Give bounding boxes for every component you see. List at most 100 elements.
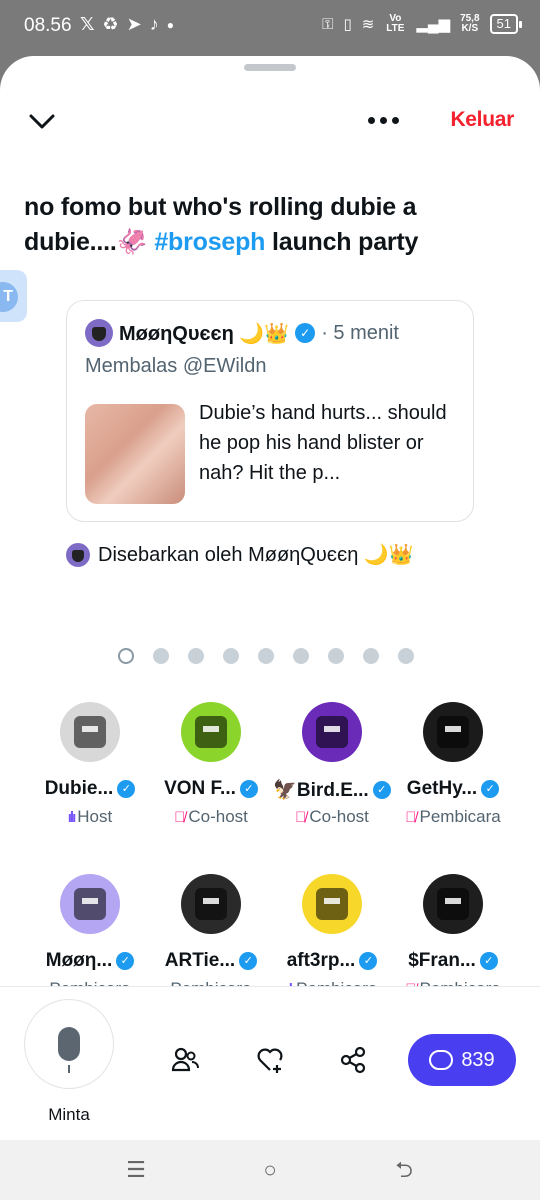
avatar [60,702,120,762]
participant-name-text: Μøøη... [45,950,113,971]
participant-tile[interactable]: Dubie... ✓ ılı Host [30,672,150,842]
status-time: 08.56 [24,15,72,36]
speed-indicator: 75,8 K/S [460,14,479,34]
key-icon: ⚿ [322,15,334,33]
participant-name-text: $Fran... [408,950,476,971]
recent-apps-icon[interactable]: ☰ [124,1158,148,1182]
x-logo-icon: 𝕏 [80,14,95,34]
participant-role-text: Co-host [309,807,369,826]
verified-badge-icon: ✓ [116,952,135,970]
microphone-icon [58,1027,80,1073]
comments-button[interactable]: 839 [408,1034,516,1086]
dot-icon: ● [166,17,174,32]
avatar [181,702,241,762]
page-dot[interactable] [153,648,169,664]
participant-name: ARTie... ✓ [151,950,271,972]
spread-by-label: Disebarkan oleh ΜøøηQυєєη 🌙👑 [66,542,414,567]
signal-icon: ▂▄▆ [416,16,451,33]
speed-unit: K/S [461,23,479,34]
verified-badge-icon: ✓ [117,780,136,798]
post-header: ΜøøηQυєєη 🌙👑 ✓ · 5 menit [85,319,399,347]
chevron-down-icon[interactable] [28,110,56,132]
bottom-toolbar: Minta 839 [0,986,540,1140]
participant-name: Μøøη... ✓ [30,950,150,972]
avatar [60,874,120,934]
speaking-icon: ılı [67,808,76,826]
participant-role-text: Pembicara [419,807,501,826]
mic-muted-icon: 🎙̸ [174,808,186,826]
avatar [66,542,90,567]
page-dot[interactable] [363,648,379,664]
space-title: no fomo but who's rolling dubie a dubie.… [24,190,504,260]
system-nav-bar: ☰ ○ ⮌ [0,1140,540,1200]
participant-name: $Fran... ✓ [393,950,513,972]
notification-icons: 𝕏 ♻ ➤ ♪ ● [80,14,174,35]
participant-name-text: ARTie... [164,950,236,971]
mic-muted-icon: 🎙̸ [405,808,417,826]
share-icon[interactable] [338,1045,368,1075]
avatar [85,319,113,347]
verified-badge-icon: ✓ [481,780,500,798]
post-image [85,404,185,504]
verified-badge-icon: ✓ [372,781,391,799]
post-author: ΜøøηQυєєη 🌙👑 [119,322,290,345]
page-dot[interactable] [328,648,344,664]
back-icon[interactable]: ⮌ [392,1158,416,1182]
participant-name-text: GetHy... [406,778,478,799]
participant-role: 🎙̸ Co-host [151,807,271,827]
page-dot[interactable] [118,648,134,664]
page-dot[interactable] [293,648,309,664]
more-options-icon[interactable] [368,110,408,130]
avatar [302,874,362,934]
page-dot[interactable] [258,648,274,664]
page-dot[interactable] [223,648,239,664]
tiktok-icon: ♪ [149,14,159,34]
participant-name: 🦅Bird.E... ✓ [272,778,392,802]
participant-role-text: Co-host [188,807,248,826]
pinned-post-card[interactable]: ΜøøηQυєєη 🌙👑 ✓ · 5 menit Membalas @EWild… [66,300,474,522]
leave-button[interactable]: Keluar [450,108,514,132]
mic-muted-icon: 🎙̸ [295,808,307,826]
network-label: Vo LTE [386,13,405,34]
avatar [302,702,362,762]
hashtag-link[interactable]: #broseph [154,228,265,256]
avatar [423,874,483,934]
participant-role-text: Host [77,807,113,826]
page-indicator [118,648,414,664]
system-icons: ⚿ ▯ ≋ Vo LTE ▂▄▆ 75,8 K/S 51 [322,13,523,34]
request-mic-button[interactable] [24,999,114,1089]
telegram-icon: ➤ [126,14,142,34]
participant-name-text: VON F... [164,778,236,799]
participant-name: GetHy... ✓ [393,778,513,800]
recycle-icon: ♻ [102,14,119,34]
add-reaction-icon[interactable] [255,1045,285,1075]
participant-tile[interactable]: VON F... ✓ 🎙̸ Co-host [151,672,271,842]
space-sheet: Keluar no fomo but who's rolling dubie a… [0,56,540,1140]
page-dot[interactable] [398,648,414,664]
chat-bubble-icon [429,1050,454,1070]
participants-icon[interactable] [170,1045,200,1075]
battery-icon: 51 [489,14,523,34]
comments-count: 839 [461,1048,495,1071]
participant-tile[interactable]: 🦅Bird.E... ✓ 🎙̸ Co-host [272,672,392,842]
verified-badge-icon: ✓ [239,780,258,798]
participant-role: 🎙̸Pembicara [393,807,513,827]
verified-badge-icon: ✓ [239,952,258,970]
verified-badge-icon: ✓ [479,952,498,970]
drag-handle[interactable] [244,64,296,71]
spread-by-text: Disebarkan oleh ΜøøηQυєєη 🌙👑 [98,544,414,566]
participant-name-text: Dubie... [44,778,114,799]
participant-name: VON F... ✓ [151,778,271,800]
participant-role: 🎙̸ Co-host [272,807,392,827]
page-dot[interactable] [188,648,204,664]
participant-tile[interactable]: GetHy... ✓ 🎙̸ Pembicara [393,672,513,842]
home-icon[interactable]: ○ [258,1158,282,1182]
participant-name-text: aft3rp... [286,950,356,971]
participant-name: Dubie... ✓ [30,778,150,800]
participant-name-text: 🦅Bird.E... [273,780,369,801]
post-time: · 5 menit [321,321,399,344]
participant-role: ılı Host [30,807,150,827]
participant-name: aft3rp... ✓ [272,950,392,972]
verified-badge-icon: ✓ [295,323,316,343]
side-floating-tab[interactable]: T [0,270,27,322]
